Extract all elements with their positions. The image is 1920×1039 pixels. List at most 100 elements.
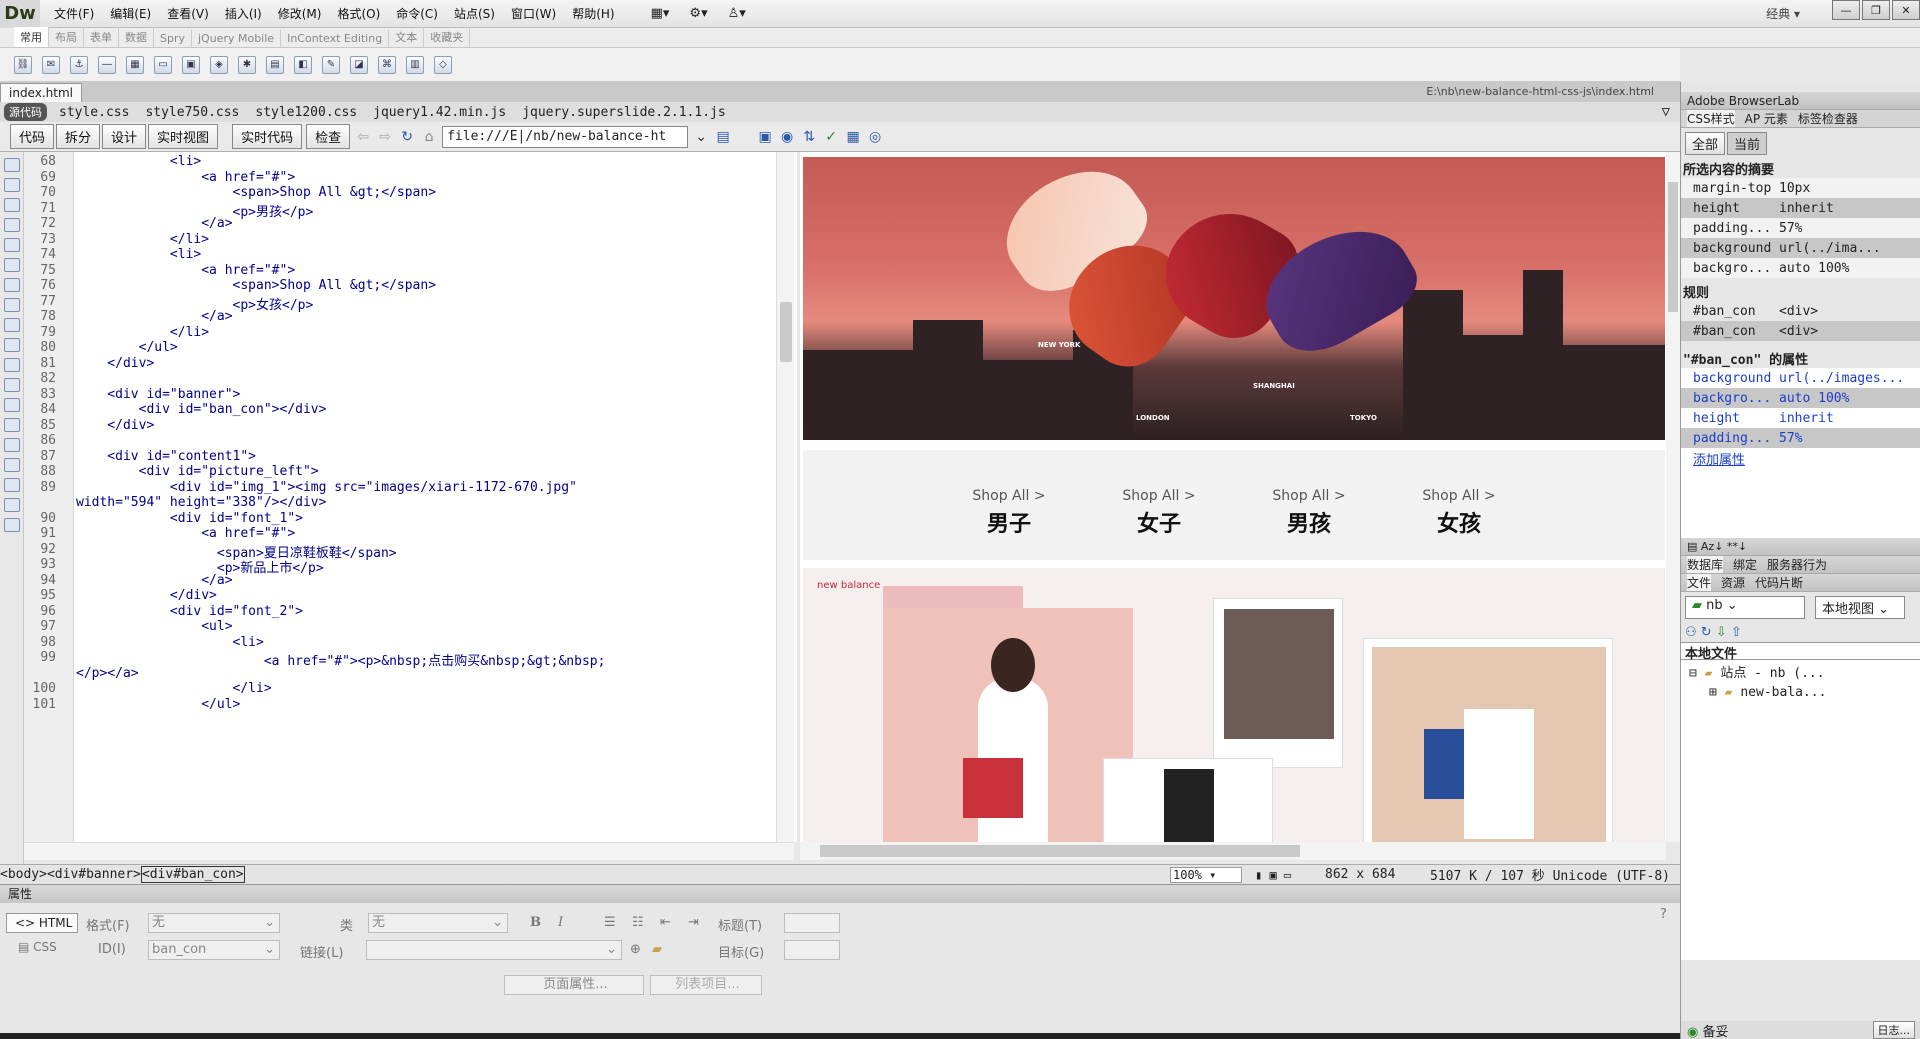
property-row[interactable]: height inherit xyxy=(1681,408,1920,428)
target-select[interactable] xyxy=(784,940,840,960)
id-select[interactable]: ban_con ⌄ xyxy=(148,940,280,960)
collapse-selection-icon[interactable] xyxy=(4,218,20,232)
css-mode-button[interactable]: ▤ CSS xyxy=(18,940,57,954)
live-code-button[interactable]: 实时代码 xyxy=(232,124,303,149)
tree-site-root[interactable]: ⊟ ▰ 站点 - nb (... xyxy=(1681,660,1920,683)
insert-tab[interactable]: 数据 xyxy=(119,27,154,47)
format-source-icon[interactable] xyxy=(4,518,20,532)
template-icon[interactable]: ▥ xyxy=(406,55,424,74)
code-view[interactable]: 68 69 70 71 72 73 74 75 76 77 78 79 80 81 82 83 84 85 86 87… xyxy=(24,152,797,842)
log-button[interactable]: 日志... xyxy=(1872,1021,1915,1039)
unordered-list-icon[interactable]: ☰ xyxy=(604,915,616,930)
rule-row[interactable]: #ban_con <div> xyxy=(1681,321,1920,341)
minimize-icon[interactable]: — xyxy=(1832,0,1860,20)
connect-icon[interactable]: ⚇ xyxy=(1685,625,1697,640)
recent-snippets-icon[interactable] xyxy=(4,438,20,452)
open-documents-icon[interactable] xyxy=(4,158,20,172)
filter-icon[interactable]: ▽ xyxy=(1662,104,1670,120)
close-icon[interactable]: ✕ xyxy=(1892,0,1920,20)
menu-icon-button[interactable]: ▦▾ xyxy=(641,6,680,21)
syntax-error-icon[interactable] xyxy=(4,338,20,352)
tag-chooser-icon[interactable]: ◇ xyxy=(434,55,452,74)
title-input[interactable] xyxy=(784,913,840,933)
menu-item[interactable]: 修改(M) xyxy=(270,5,330,22)
screen-size-icons[interactable]: ▮ ▣ ▭ xyxy=(1255,868,1291,882)
point-to-file-icon[interactable]: ⊕ xyxy=(630,942,641,957)
insert-tab[interactable]: jQuery Mobile xyxy=(192,30,282,47)
css-panel-tab[interactable]: CSS样式 xyxy=(1687,110,1735,127)
validate-icon[interactable]: ✓ xyxy=(822,128,840,146)
date-icon[interactable]: ▤ xyxy=(266,55,284,74)
outdent-icon[interactable]: ⇤ xyxy=(660,915,671,930)
live-horizontal-scrollbar[interactable] xyxy=(800,842,1666,860)
scroll-thumb[interactable] xyxy=(820,845,1300,857)
menu-item[interactable]: 命令(C) xyxy=(388,5,446,22)
file-management-icon[interactable]: ⇅ xyxy=(800,128,818,146)
visual-aids-icon[interactable]: ▦ xyxy=(844,128,862,146)
help-icon[interactable]: ? xyxy=(1660,907,1667,922)
rule-row[interactable]: #ban_con <div> xyxy=(1681,301,1920,321)
view-button[interactable]: 设计 xyxy=(102,124,147,149)
menu-item[interactable]: 编辑(E) xyxy=(102,5,159,22)
browse-folder-icon[interactable]: ▰ xyxy=(652,942,662,957)
collapse-tag-icon[interactable] xyxy=(4,198,20,212)
related-file-link[interactable]: jquery1.42.min.js xyxy=(373,105,506,120)
shop-category-link[interactable]: Shop All > 女孩 xyxy=(1384,450,1534,560)
code-vertical-scrollbar[interactable] xyxy=(776,152,794,842)
insert-tab[interactable]: 常用 xyxy=(14,27,49,47)
live-view[interactable]: NEW YORK LONDON SHANGHAI TOKYO Shop All … xyxy=(800,152,1666,842)
refresh-icon[interactable]: ↻ xyxy=(398,128,416,146)
site-select[interactable]: ▰ nb ⌄ xyxy=(1685,596,1805,619)
comment-icon[interactable]: ✎ xyxy=(322,55,340,74)
source-code-tab[interactable]: 源代码 xyxy=(4,103,47,121)
indent-icon[interactable]: ⇥ xyxy=(688,915,699,930)
view-button[interactable]: 实时视图 xyxy=(148,124,219,149)
widget-icon[interactable]: ✱ xyxy=(238,55,256,74)
summary-row[interactable]: padding... 57% xyxy=(1681,218,1920,238)
browserlab-panel-header[interactable]: Adobe BrowserLab xyxy=(1681,92,1920,110)
page-properties-button[interactable]: 页面属性... xyxy=(504,975,644,995)
back-icon[interactable]: ⇦ xyxy=(354,128,372,146)
zoom-select[interactable]: 100% ▾ xyxy=(1170,866,1242,883)
related-file-link[interactable]: style.css xyxy=(59,105,129,120)
list-item-button[interactable]: 列表项目... xyxy=(650,975,762,995)
wrap-tag-icon[interactable] xyxy=(4,418,20,432)
bold-button[interactable]: B xyxy=(530,915,541,930)
document-tab[interactable]: index.html xyxy=(0,83,82,102)
insert-tab[interactable]: 收藏夹 xyxy=(424,27,471,47)
horizontal-rule-icon[interactable]: ― xyxy=(98,55,116,74)
shop-category-link[interactable]: Shop All > 女子 xyxy=(1084,450,1234,560)
view-button[interactable]: 代码 xyxy=(10,124,55,149)
files-panel-tab[interactable]: 文件 xyxy=(1687,574,1712,591)
balance-braces-icon[interactable] xyxy=(4,278,20,292)
tag-selector-body[interactable]: <body> xyxy=(0,867,47,882)
insert-tab[interactable]: Spry xyxy=(154,30,192,47)
tag-selector-ban-con[interactable]: <div#ban_con> xyxy=(140,866,245,883)
link-input[interactable]: ⌄ xyxy=(366,940,622,960)
italic-button[interactable]: I xyxy=(558,915,563,930)
insert-tab[interactable]: 文本 xyxy=(389,27,425,47)
scroll-thumb[interactable] xyxy=(780,302,792,362)
preview-browser-icon[interactable]: ◉ xyxy=(778,128,796,146)
forward-icon[interactable]: ⇨ xyxy=(376,128,394,146)
div-icon[interactable]: ▭ xyxy=(154,55,172,74)
summary-row[interactable]: height inherit xyxy=(1681,198,1920,218)
live-vertical-scrollbar[interactable] xyxy=(1666,152,1680,842)
word-wrap-icon[interactable] xyxy=(4,358,20,372)
home-icon[interactable]: ⌂ xyxy=(420,128,438,146)
html-mode-button[interactable]: <> HTML xyxy=(6,913,78,933)
all-button[interactable]: 全部 xyxy=(1685,132,1726,155)
files-panel-tab[interactable]: 资源 xyxy=(1721,574,1745,591)
property-row[interactable]: backgro... auto 100% xyxy=(1681,388,1920,408)
apply-comment-icon[interactable] xyxy=(4,378,20,392)
script-icon[interactable]: ⌘ xyxy=(378,55,396,74)
menu-item[interactable]: 站点(S) xyxy=(446,5,503,22)
put-files-icon[interactable]: ⇧ xyxy=(1731,625,1742,640)
window-size[interactable]: 862 x 684 xyxy=(1325,867,1395,882)
highlight-invalid-icon[interactable] xyxy=(4,318,20,332)
inspect-button[interactable]: 检查 xyxy=(306,124,351,149)
scroll-thumb[interactable] xyxy=(1668,182,1678,312)
expand-all-icon[interactable] xyxy=(4,238,20,252)
related-file-link[interactable]: style750.css xyxy=(145,105,239,120)
select-parent-icon[interactable] xyxy=(4,258,20,272)
